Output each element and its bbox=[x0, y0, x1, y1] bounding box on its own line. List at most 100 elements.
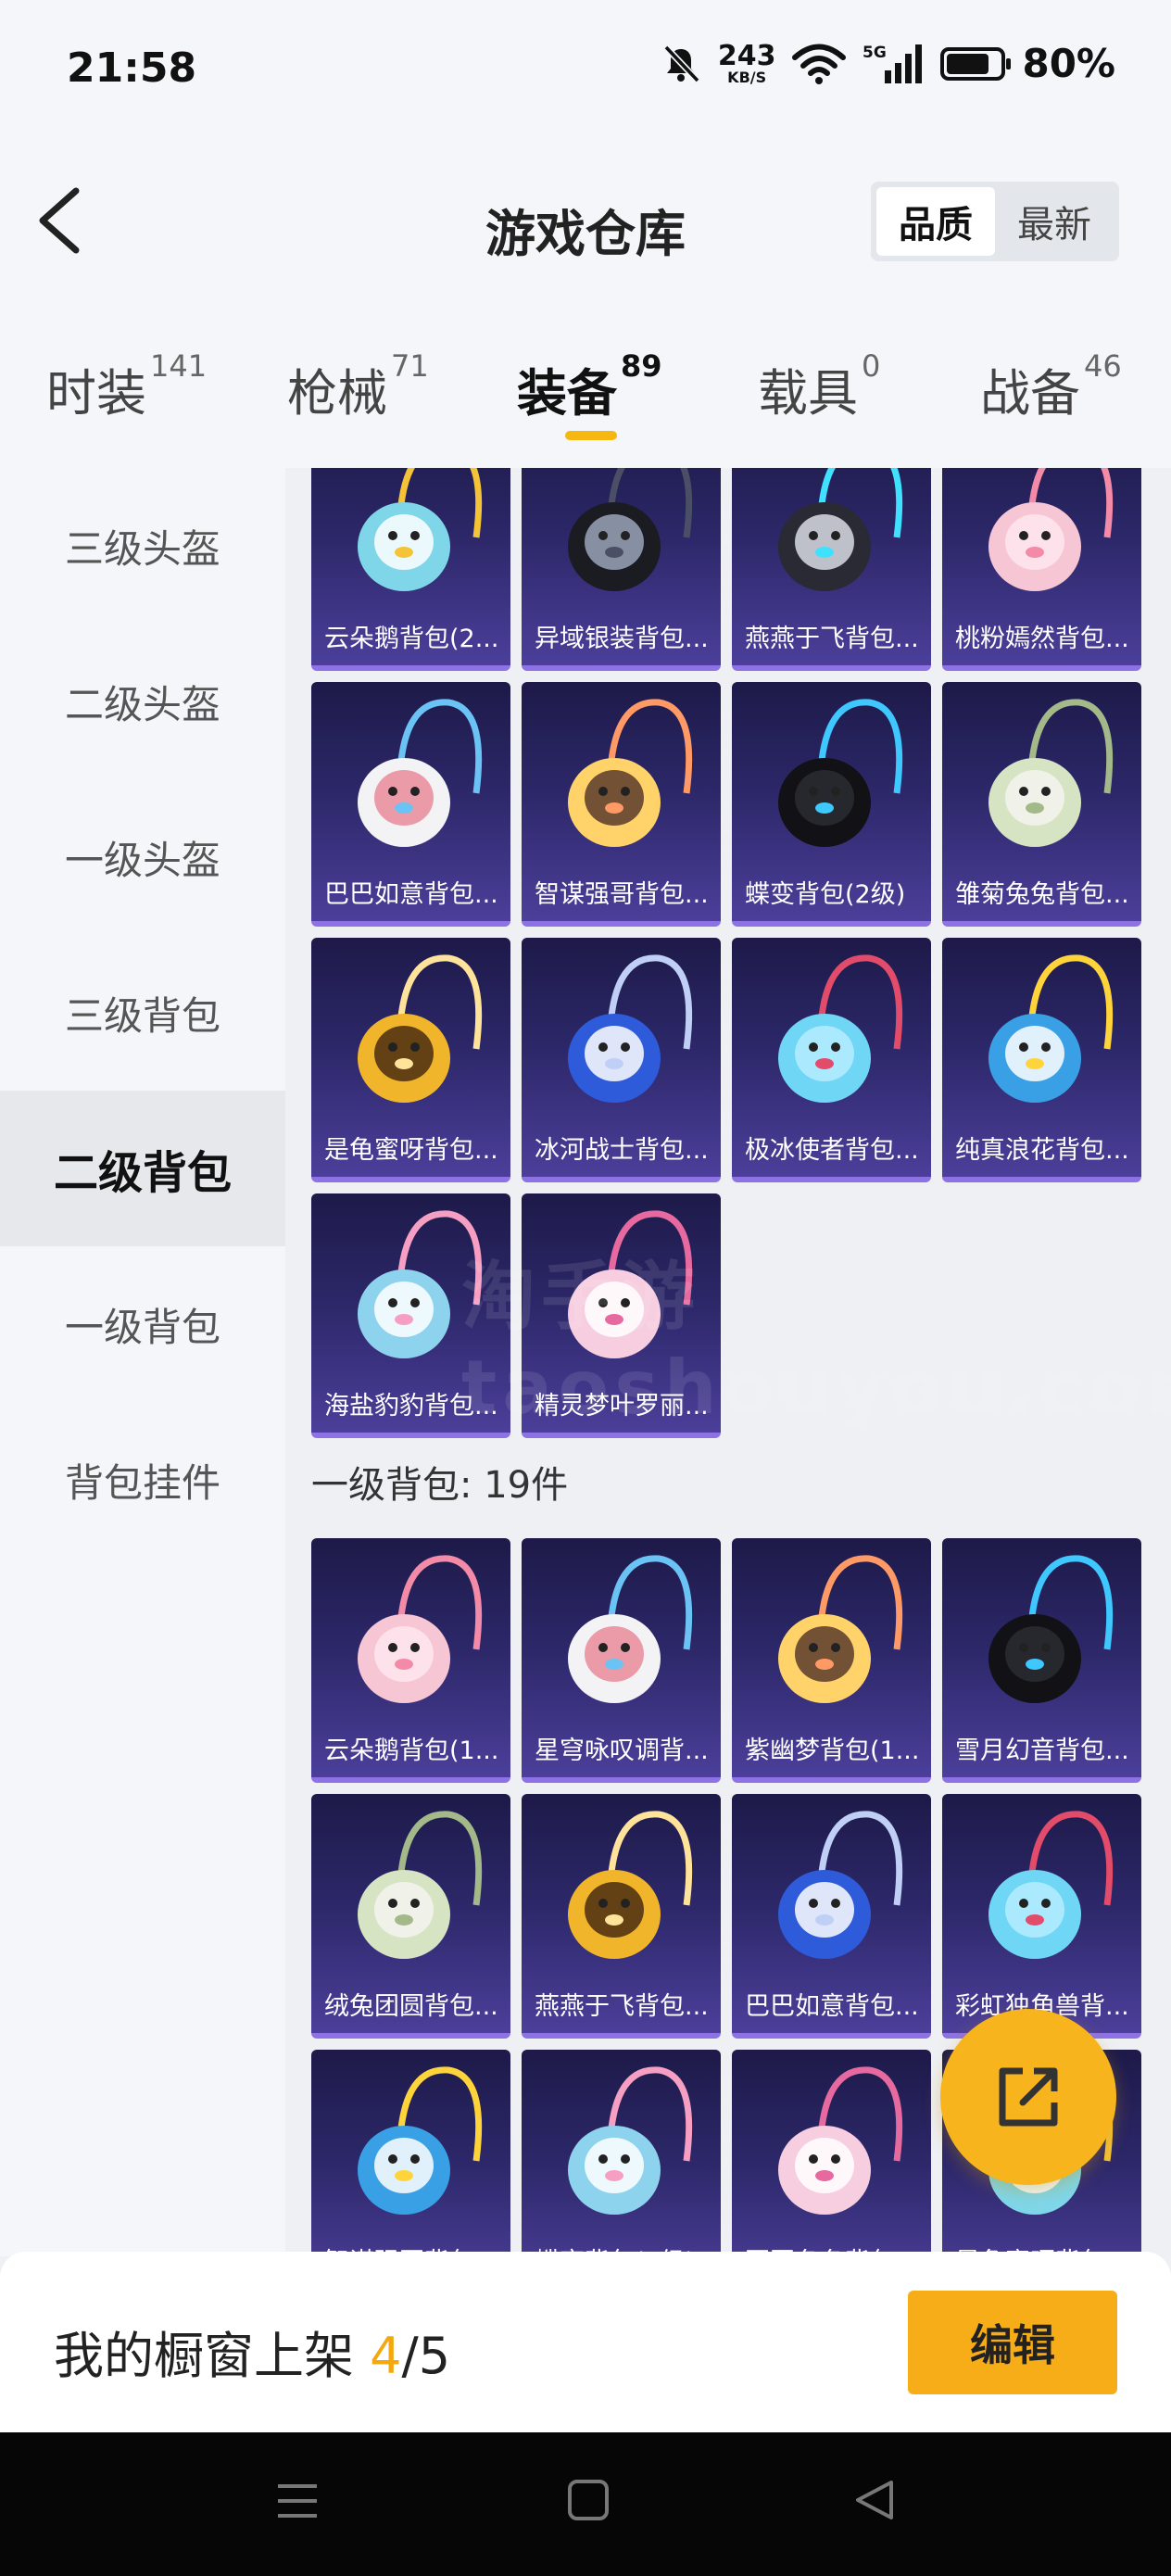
item-card[interactable]: 纯真浪花背包... bbox=[942, 938, 1141, 1182]
item-card[interactable]: 冰河战士背包... bbox=[522, 938, 721, 1182]
system-nav-bar bbox=[0, 2432, 1171, 2576]
item-card-label: 桃粉嫣然背包... bbox=[955, 624, 1129, 653]
item-card-label: 云朵鹅背包(2... bbox=[324, 624, 499, 653]
item-card[interactable]: 智谋强哥背包... bbox=[522, 682, 721, 927]
item-grid-area: 云朵鹅背包(2... 异域银装背包... 燕燕于飞背包... 桃粉嫣然背包... 巴巴如… bbox=[285, 468, 1171, 2252]
active-tab-indicator bbox=[565, 431, 617, 440]
showcase-count: 我的橱窗上架 4/5 bbox=[54, 2327, 451, 2385]
mute-bell-icon bbox=[663, 44, 700, 82]
item-card-label: 星穹咏叹调背... bbox=[535, 1736, 709, 1765]
item-card[interactable]: 海盐豹豹背包... bbox=[311, 1193, 510, 1438]
sidebar-item-backpack-2[interactable]: 二级背包 bbox=[0, 1091, 285, 1246]
backpack-image bbox=[778, 1555, 903, 1703]
backpack-image bbox=[358, 2066, 483, 2215]
item-card[interactable]: 巴巴如意背包... bbox=[311, 682, 510, 927]
status-icons: 243 KB/S 5G 80% bbox=[661, 41, 1115, 86]
item-card[interactable]: 燕燕于飞背包... bbox=[522, 1794, 721, 2039]
item-card[interactable]: 蝶变背包(1级) bbox=[522, 2050, 721, 2252]
backpack-image bbox=[358, 1555, 483, 1703]
item-card[interactable]: 雪月幻音背包... bbox=[942, 1538, 1141, 1783]
tab-vehicles[interactable]: 载具 0 bbox=[758, 348, 880, 425]
tab-fashion[interactable]: 时装 141 bbox=[46, 348, 207, 425]
sort-quality[interactable]: 品质 bbox=[876, 187, 995, 256]
item-card[interactable]: 桃粉嫣然背包... bbox=[942, 468, 1141, 671]
network-speed: 243 KB/S bbox=[717, 39, 776, 86]
item-card[interactable]: 云朵鹅背包(1... bbox=[311, 1538, 510, 1783]
item-card[interactable]: 紫幽梦背包(1... bbox=[732, 1538, 931, 1783]
sidebar-item-backpack-3[interactable]: 三级背包 bbox=[0, 935, 285, 1091]
menu-icon[interactable] bbox=[276, 2481, 319, 2521]
item-card-label: 冰河战士背包... bbox=[535, 1135, 709, 1165]
item-card-label: 纯真浪花背包... bbox=[955, 1135, 1129, 1165]
signal-5g-icon: 5G bbox=[863, 44, 923, 83]
item-card[interactable]: 精灵梦叶罗丽... bbox=[522, 1193, 721, 1438]
item-card[interactable]: 蝶变背包(2级) bbox=[732, 682, 931, 927]
item-card-label: 巴巴如意背包... bbox=[745, 1991, 919, 2021]
item-card[interactable]: 彩虹独角兽背... bbox=[942, 1794, 1141, 2039]
sidebar-item-helmet-1[interactable]: 一级头盔 bbox=[0, 779, 285, 935]
backpack-image bbox=[988, 954, 1114, 1103]
item-card-label: 智谋强哥背包... bbox=[311, 2229, 510, 2253]
back-triangle-icon[interactable] bbox=[854, 2479, 895, 2521]
bottom-bar: 我的橱窗上架 4/5 编辑 bbox=[0, 2252, 1171, 2432]
sidebar-item-backpack-1[interactable]: 一级背包 bbox=[0, 1246, 285, 1402]
backpack-image bbox=[778, 954, 903, 1103]
sidebar-item-helmet-3[interactable]: 三级头盔 bbox=[0, 468, 285, 624]
sidebar-item-helmet-2[interactable]: 二级头盔 bbox=[0, 624, 285, 779]
item-card-label: 冥团冬冬背包... bbox=[732, 2229, 931, 2253]
backpack-image bbox=[358, 1210, 483, 1358]
backpack-image bbox=[778, 699, 903, 847]
item-card[interactable]: 极冰使者背包... bbox=[732, 938, 931, 1182]
backpack-image bbox=[358, 468, 483, 591]
backpack-image bbox=[988, 1555, 1114, 1703]
tab-weapons[interactable]: 枪械 71 bbox=[287, 348, 429, 425]
item-card[interactable]: 巴巴如意背包... bbox=[732, 1794, 931, 2039]
item-card[interactable]: 异域银装背包... bbox=[522, 468, 721, 671]
item-card-label: 智谋强哥背包... bbox=[535, 879, 709, 909]
backpack-image bbox=[568, 699, 693, 847]
item-card[interactable]: 云朵鹅背包(2... bbox=[311, 468, 510, 671]
item-card[interactable]: 燕燕于飞背包... bbox=[732, 468, 931, 671]
wifi-icon bbox=[792, 44, 847, 84]
share-external-icon bbox=[999, 2067, 1058, 2127]
tab-supplies[interactable]: 战备 46 bbox=[980, 348, 1122, 425]
item-card-label: 蝶变背包(1级) bbox=[522, 2229, 721, 2253]
item-card[interactable]: 冥团冬冬背包... bbox=[732, 2050, 931, 2252]
sort-newest[interactable]: 最新 bbox=[995, 187, 1114, 256]
backpack-image bbox=[568, 1555, 693, 1703]
home-icon[interactable] bbox=[567, 2479, 610, 2521]
backpack-image bbox=[988, 699, 1114, 847]
item-card-label: 燕燕于飞背包... bbox=[535, 1991, 709, 2021]
sidebar: 三级头盔 二级头盔 一级头盔 三级背包 二级背包 一级背包 背包挂件 bbox=[0, 468, 285, 2256]
battery-percent: 80% bbox=[1022, 41, 1115, 86]
item-card-label: 雏菊兔兔背包... bbox=[955, 879, 1129, 909]
backpack-image bbox=[568, 2066, 693, 2215]
backpack-image bbox=[358, 1811, 483, 1959]
item-card[interactable]: 是龟蜜呀背包... bbox=[311, 938, 510, 1182]
status-time: 21:58 bbox=[67, 44, 197, 92]
tab-equipment[interactable]: 装备 89 bbox=[517, 348, 662, 425]
item-card[interactable]: 绒兔团圆背包... bbox=[311, 1794, 510, 2039]
section-title-level1: 一级背包: 19件 bbox=[311, 1464, 569, 1507]
item-card-label: 云朵鹅背包(1... bbox=[324, 1736, 499, 1765]
backpack-image bbox=[358, 954, 483, 1103]
item-card[interactable]: 雏菊兔兔背包... bbox=[942, 682, 1141, 927]
backpack-image bbox=[778, 1811, 903, 1959]
backpack-image bbox=[568, 1811, 693, 1959]
share-fab-button[interactable] bbox=[940, 2009, 1116, 2185]
item-card[interactable]: 星穹咏叹调背... bbox=[522, 1538, 721, 1783]
backpack-image bbox=[358, 699, 483, 847]
item-card-label: 绒兔团圆背包... bbox=[324, 1991, 498, 2021]
item-card-label: 是龟蜜呀背包... bbox=[324, 1135, 498, 1165]
category-tabs: 时装 141 枪械 71 装备 89 载具 0 战备 46 bbox=[0, 306, 1171, 468]
sort-toggle: 品质 最新 bbox=[871, 182, 1119, 261]
edit-button[interactable]: 编辑 bbox=[908, 2291, 1117, 2394]
item-card[interactable]: 智谋强哥背包... bbox=[311, 2050, 510, 2252]
item-card-label: 极冰使者背包... bbox=[745, 1135, 919, 1165]
item-card-label: 是龟蜜呀背包... bbox=[942, 2229, 1141, 2253]
header: 游戏仓库 品质 最新 bbox=[0, 139, 1171, 306]
item-card-label: 巴巴如意背包... bbox=[324, 879, 498, 909]
item-card-label: 异域银装背包... bbox=[535, 624, 709, 653]
sidebar-item-backpack-charm[interactable]: 背包挂件 bbox=[0, 1402, 285, 1558]
item-card-label: 燕燕于飞背包... bbox=[745, 624, 919, 653]
